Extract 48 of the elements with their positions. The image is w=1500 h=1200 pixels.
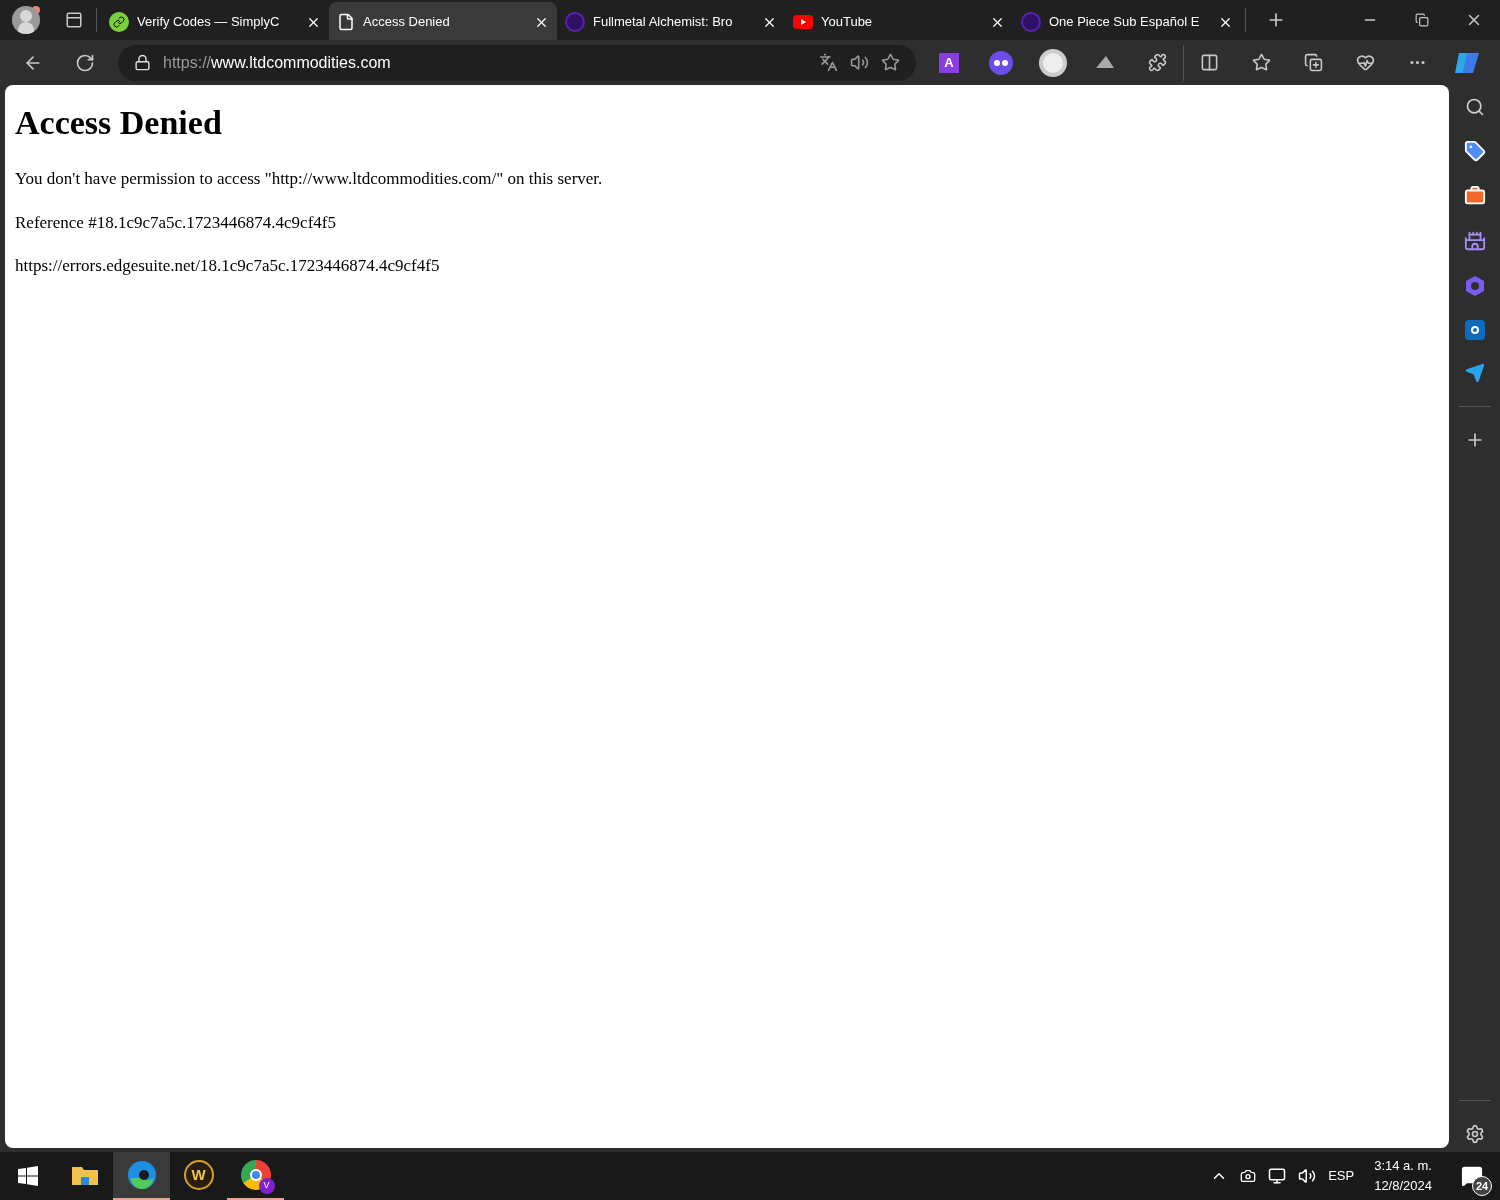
lock-icon: [134, 54, 151, 71]
notifications-button[interactable]: 24: [1452, 1156, 1492, 1196]
clock[interactable]: 3:14 a. m. 12/8/2024: [1366, 1156, 1440, 1196]
translate-icon[interactable]: [819, 53, 838, 72]
tab-title: Fullmetal Alchemist: Bro: [593, 13, 734, 32]
link-icon: [109, 12, 129, 32]
browser-tab[interactable]: Fullmetal Alchemist: Bro: [557, 2, 785, 42]
tag-icon[interactable]: [1463, 140, 1486, 162]
paper-plane-icon[interactable]: [1464, 363, 1485, 383]
extension-icon[interactable]: A: [939, 52, 959, 73]
url-text: https://www.ltdcommodities.com: [163, 52, 391, 73]
profile-avatar[interactable]: [12, 6, 40, 34]
toolbox-icon[interactable]: [1463, 185, 1486, 207]
game-logo-icon: W: [183, 1160, 214, 1190]
tab-title: Verify Codes — SimplyC: [137, 13, 281, 32]
settings-icon[interactable]: [1464, 1124, 1485, 1144]
speaker-icon[interactable]: [850, 53, 869, 72]
start-icon[interactable]: [18, 1166, 38, 1186]
hexagon-icon[interactable]: [1463, 275, 1486, 297]
taskbar-button[interactable]: W: [170, 1152, 227, 1200]
page-paragraph: You don't have permission to access "http://www.ltdcommodities.com/" on this server.: [15, 168, 604, 190]
robot-icon[interactable]: [989, 50, 1013, 75]
tab-title: Access Denied: [363, 13, 451, 32]
browser-tab[interactable]: One Piece Sub Español E: [1013, 2, 1241, 42]
camera-icon[interactable]: [1240, 1168, 1257, 1184]
page-paragraph: https://errors.edgesuite.net/18.1c9c7a5c.1723446874.4c9cf4f5: [15, 255, 441, 277]
tab-title: One Piece Sub Español E: [1049, 13, 1201, 32]
address-bar[interactable]: https://www.ltdcommodities.com: [118, 44, 916, 81]
play-icon: [793, 15, 813, 29]
browser-tab[interactable]: YouTube: [785, 2, 1013, 42]
browser-icon: [126, 1160, 157, 1190]
volume-icon[interactable]: [1298, 1167, 1317, 1185]
page-paragraph: Reference #18.1c9c7a5c.1723446874.4c9cf4f5: [15, 211, 337, 234]
search-icon[interactable]: [1464, 97, 1485, 117]
star-icon[interactable]: [881, 53, 900, 72]
network-icon[interactable]: [1268, 1167, 1287, 1185]
browser-tab[interactable]: Access Denied: [329, 2, 557, 42]
taskbar-button[interactable]: V: [227, 1152, 284, 1200]
page-icon: [337, 13, 355, 31]
globe-icon: [565, 12, 585, 32]
tab-title: YouTube: [821, 13, 874, 32]
taskbar-button[interactable]: [113, 1152, 170, 1200]
mail-icon[interactable]: [1464, 320, 1485, 340]
globe-icon: [1021, 12, 1041, 32]
language-indicator[interactable]: ESP: [1328, 1166, 1355, 1186]
browser-tab[interactable]: Verify Codes — SimplyC: [101, 2, 329, 42]
page-heading: Access Denied: [15, 103, 223, 143]
extension-icon[interactable]: [1039, 48, 1067, 77]
